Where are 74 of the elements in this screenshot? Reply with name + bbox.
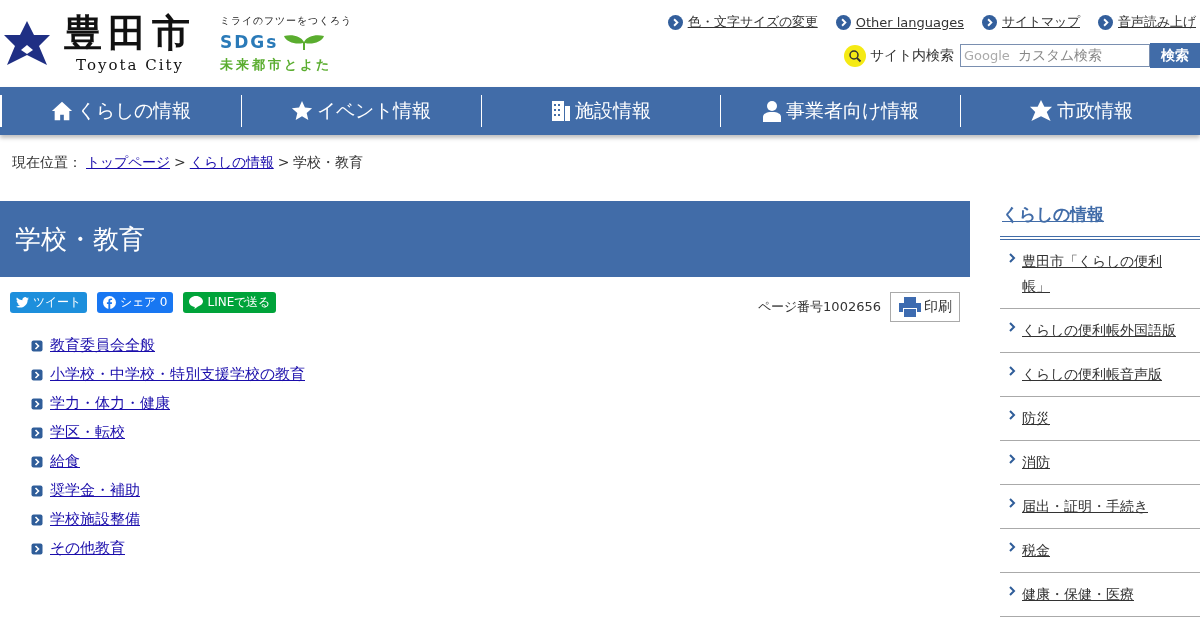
arrow-square-icon bbox=[31, 339, 43, 352]
chevron-circle-icon bbox=[667, 14, 683, 30]
city-logo-subtitle: Toyota City bbox=[76, 55, 184, 74]
chevron-icon bbox=[1008, 253, 1016, 263]
utility-link[interactable]: 色・文字サイズの変更 bbox=[667, 13, 818, 31]
sidebar-title[interactable]: くらしの情報 bbox=[1000, 201, 1200, 240]
star-icon bbox=[291, 100, 314, 122]
arrow-square-icon bbox=[31, 484, 43, 497]
arrow-square-icon bbox=[31, 368, 43, 381]
category-link[interactable]: 学力・体力・健康 bbox=[50, 394, 170, 413]
breadcrumb-separator: > bbox=[277, 154, 290, 172]
sdgs-tagline: ミライのフツーをつくろう bbox=[220, 13, 352, 28]
sidebar-link[interactable]: 健康・保健・医療 bbox=[1022, 582, 1182, 607]
bird-icon bbox=[16, 297, 29, 308]
category-link[interactable]: その他教育 bbox=[50, 539, 125, 558]
sidebar-link[interactable]: 届出・証明・手続き bbox=[1022, 494, 1182, 519]
page-title: 学校・教育 bbox=[0, 201, 970, 277]
nav-tab[interactable]: 市政情報 bbox=[960, 95, 1200, 127]
chevron-icon bbox=[1008, 322, 1016, 332]
sidebar-link[interactable]: 豊田市「くらしの便利帳」 bbox=[1022, 249, 1182, 299]
chevron-circle-icon bbox=[835, 14, 851, 30]
sdgs-city-name: 未来都市とよた bbox=[220, 55, 333, 74]
chevron-icon bbox=[1008, 366, 1016, 376]
category-link[interactable]: 学校施設整備 bbox=[50, 510, 140, 529]
arrow-square-icon bbox=[31, 397, 43, 410]
arrow-square-icon bbox=[31, 542, 43, 555]
breadcrumb-current: 学校・教育 bbox=[293, 154, 364, 172]
chevron-icon bbox=[1008, 454, 1016, 464]
sidebar-link[interactable]: くらしの便利帳外国語版 bbox=[1022, 318, 1182, 343]
chevron-circle-icon bbox=[982, 14, 997, 30]
sidebar-link[interactable]: 税金 bbox=[1022, 538, 1182, 563]
category-link[interactable]: 学区・転校 bbox=[50, 423, 125, 442]
sidebar-link[interactable]: くらしの便利帳音声版 bbox=[1022, 362, 1182, 387]
share-button[interactable]: シェア 0 bbox=[97, 292, 174, 313]
arrow-square-icon bbox=[31, 513, 43, 526]
breadcrumb-separator: > bbox=[174, 154, 186, 172]
house-icon bbox=[51, 100, 74, 122]
chevron-icon bbox=[1008, 498, 1016, 508]
category-link[interactable]: 給食 bbox=[50, 452, 80, 471]
search-button[interactable]: 検索 bbox=[1150, 43, 1200, 68]
utility-link[interactable]: 音声読み上げ bbox=[1098, 13, 1196, 31]
category-link[interactable]: 小学校・中学校・特別支援学校の教育 bbox=[50, 365, 305, 384]
site-search-label: サイト内検索 bbox=[870, 46, 954, 65]
arrow-square-icon bbox=[31, 426, 43, 439]
sidebar-link[interactable]: 防災 bbox=[1022, 406, 1182, 431]
arrow-square-icon bbox=[31, 455, 43, 468]
nav-tab[interactable]: 事業者向け情報 bbox=[720, 95, 961, 127]
chevron-icon bbox=[1008, 542, 1016, 552]
sdgs-logo-text: SDGs bbox=[220, 31, 279, 52]
category-link[interactable]: 奨学金・補助 bbox=[50, 481, 140, 500]
chevron-circle-icon bbox=[1098, 14, 1113, 30]
category-link[interactable]: 教育委員会全般 bbox=[50, 336, 155, 355]
building-icon bbox=[551, 100, 571, 122]
utility-link[interactable]: Other languages bbox=[835, 13, 964, 31]
nav-tab[interactable]: 施設情報 bbox=[480, 95, 721, 127]
chevron-icon bbox=[1008, 410, 1016, 420]
city-logo-name: 豊田市 bbox=[64, 13, 196, 52]
chevron-icon bbox=[1008, 586, 1016, 596]
search-icon bbox=[844, 44, 866, 67]
chat-bubble-icon bbox=[189, 296, 204, 309]
sprout-icon bbox=[284, 33, 325, 50]
person-icon bbox=[762, 100, 783, 122]
nav-tab[interactable]: イベント情報 bbox=[240, 95, 481, 127]
facebook-icon bbox=[103, 296, 116, 309]
page-number: ページ番号1002656 bbox=[758, 298, 881, 316]
breadcrumb-link[interactable]: くらしの情報 bbox=[189, 154, 274, 201]
print-button[interactable]: 印刷 bbox=[890, 292, 960, 322]
breadcrumb-link[interactable]: トップページ bbox=[86, 154, 170, 201]
sidebar-link[interactable]: 消防 bbox=[1022, 450, 1182, 475]
printer-icon bbox=[898, 297, 922, 317]
nav-tab[interactable]: くらしの情報 bbox=[0, 95, 241, 127]
breadcrumb-label: 現在位置： bbox=[12, 154, 82, 172]
utility-link[interactable]: サイトマップ bbox=[982, 13, 1080, 31]
search-field[interactable]: Google カスタム検索 bbox=[960, 44, 1150, 67]
